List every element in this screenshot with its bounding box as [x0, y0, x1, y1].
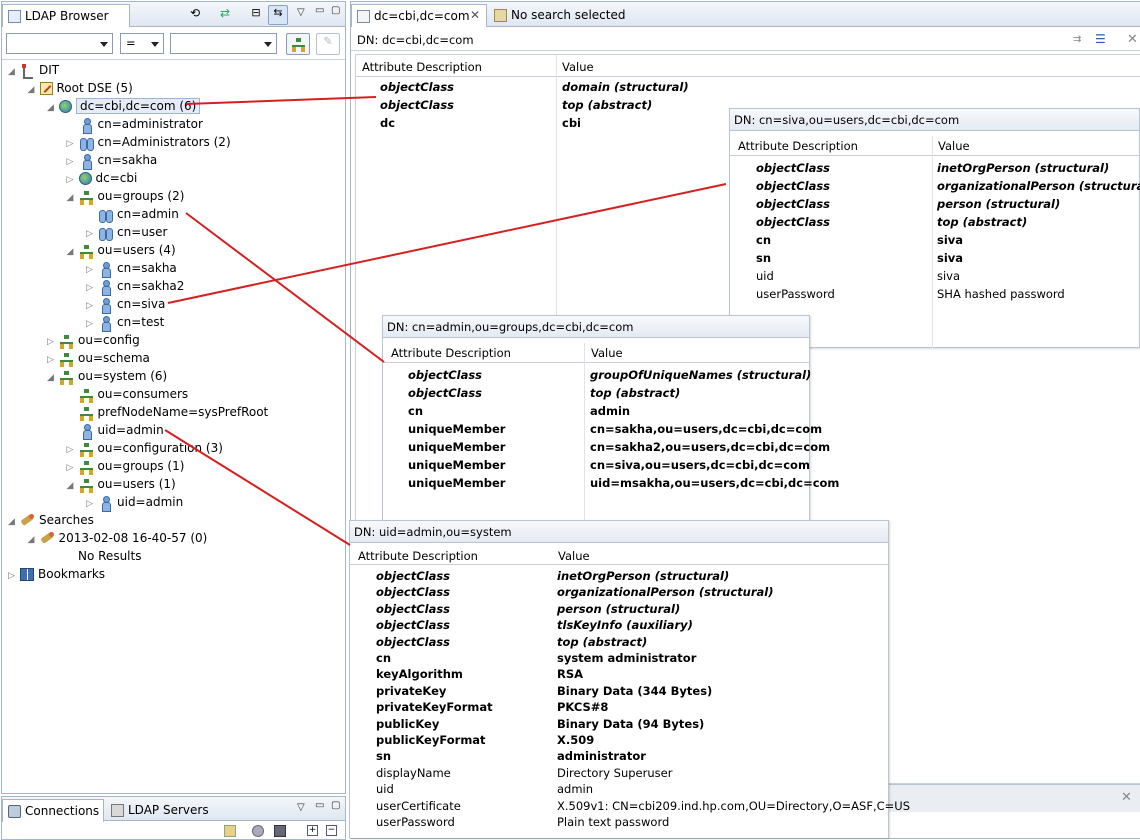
annotation-lines — [164, 96, 727, 546]
annotation-line-admin-group — [185, 212, 385, 363]
annotation-line-siva — [167, 183, 727, 304]
annotation-line-dc — [185, 96, 377, 105]
annotation-line-uid-admin — [164, 429, 351, 546]
